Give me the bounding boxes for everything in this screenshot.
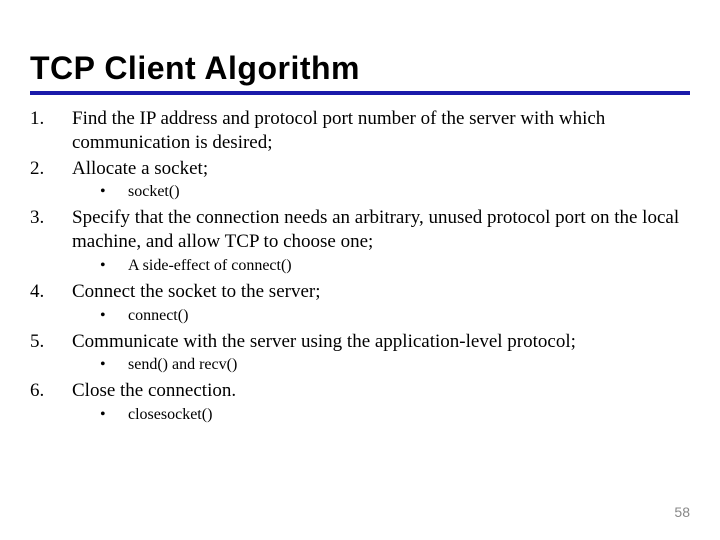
bullet-icon: • bbox=[100, 355, 128, 375]
sub-item: • socket() bbox=[100, 182, 690, 202]
page-number: 58 bbox=[674, 504, 690, 520]
sub-list: • A side-effect of connect() bbox=[100, 256, 690, 276]
list-item: 6. Close the connection. bbox=[30, 379, 690, 403]
list-item: 5. Communicate with the server using the… bbox=[30, 330, 690, 354]
slide-title: TCP Client Algorithm bbox=[30, 50, 690, 87]
item-number: 6. bbox=[30, 379, 72, 403]
sub-item: • A side-effect of connect() bbox=[100, 256, 690, 276]
sub-item: • send() and recv() bbox=[100, 355, 690, 375]
item-text: Connect the socket to the server; bbox=[72, 280, 690, 304]
list-item: 2. Allocate a socket; bbox=[30, 157, 690, 181]
sub-text: A side-effect of connect() bbox=[128, 256, 690, 276]
title-underline bbox=[30, 91, 690, 95]
sub-text: closesocket() bbox=[128, 405, 690, 425]
item-text: Close the connection. bbox=[72, 379, 690, 403]
sub-list: • connect() bbox=[100, 306, 690, 326]
item-number: 2. bbox=[30, 157, 72, 181]
sub-item: • closesocket() bbox=[100, 405, 690, 425]
item-text: Find the IP address and protocol port nu… bbox=[72, 107, 690, 155]
item-number: 5. bbox=[30, 330, 72, 354]
algorithm-list: 1. Find the IP address and protocol port… bbox=[30, 107, 690, 425]
bullet-icon: • bbox=[100, 182, 128, 202]
sub-item: • connect() bbox=[100, 306, 690, 326]
item-number: 4. bbox=[30, 280, 72, 304]
bullet-icon: • bbox=[100, 405, 128, 425]
item-text: Allocate a socket; bbox=[72, 157, 690, 181]
sub-text: send() and recv() bbox=[128, 355, 690, 375]
bullet-icon: • bbox=[100, 306, 128, 326]
item-number: 1. bbox=[30, 107, 72, 155]
sub-text: socket() bbox=[128, 182, 690, 202]
item-number: 3. bbox=[30, 206, 72, 254]
sub-text: connect() bbox=[128, 306, 690, 326]
sub-list: • send() and recv() bbox=[100, 355, 690, 375]
sub-list: • closesocket() bbox=[100, 405, 690, 425]
list-item: 3. Specify that the connection needs an … bbox=[30, 206, 690, 254]
item-text: Communicate with the server using the ap… bbox=[72, 330, 690, 354]
list-item: 4. Connect the socket to the server; bbox=[30, 280, 690, 304]
sub-list: • socket() bbox=[100, 182, 690, 202]
list-item: 1. Find the IP address and protocol port… bbox=[30, 107, 690, 155]
item-text: Specify that the connection needs an arb… bbox=[72, 206, 690, 254]
bullet-icon: • bbox=[100, 256, 128, 276]
